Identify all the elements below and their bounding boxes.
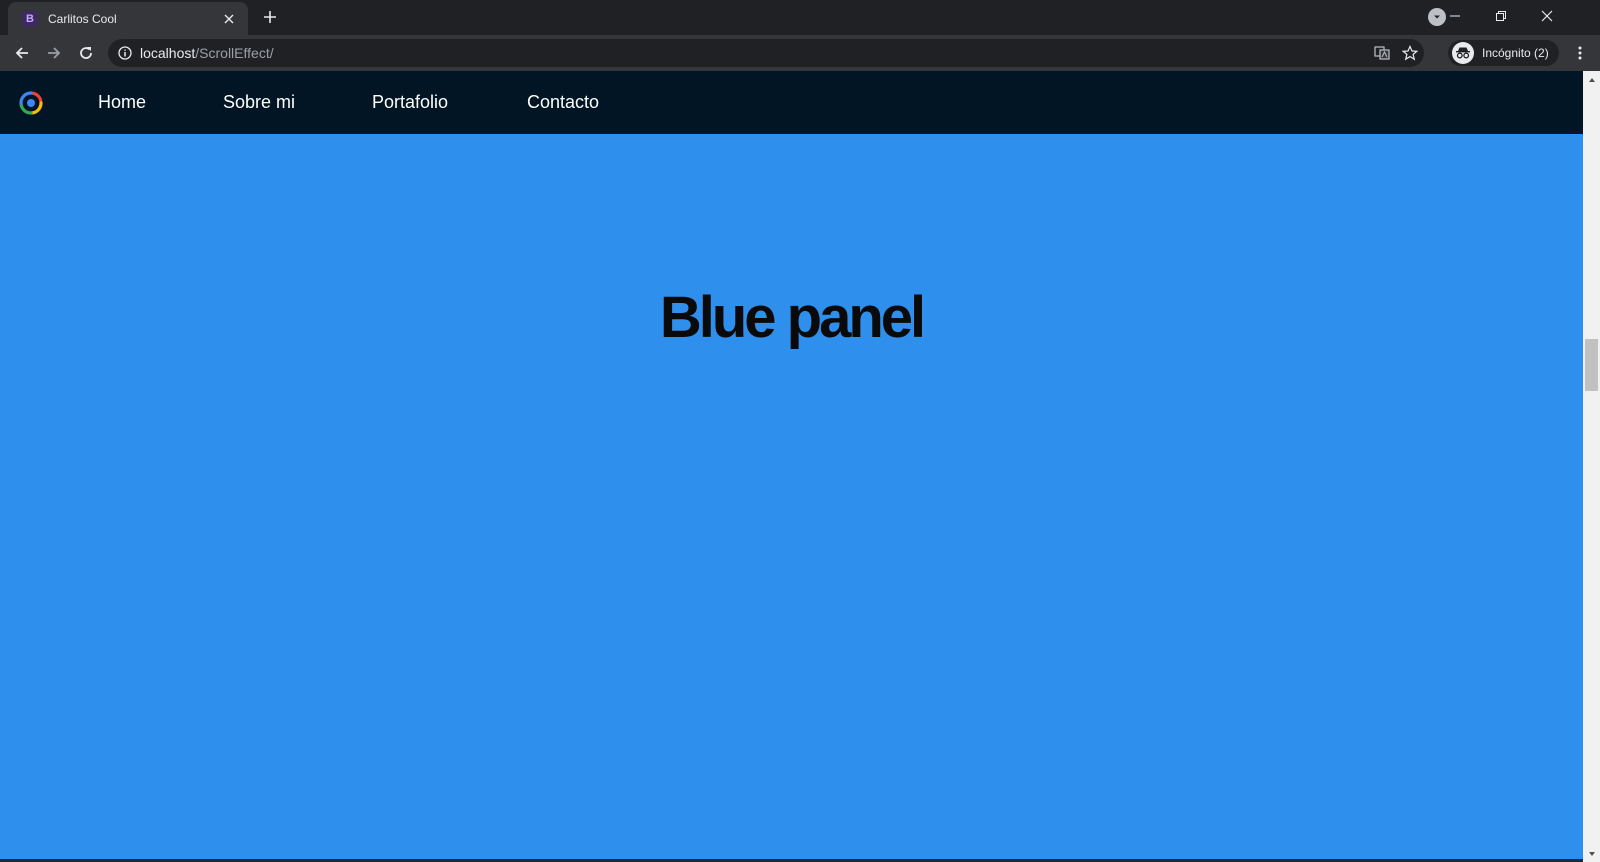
profile-label: Incógnito (2): [1482, 46, 1549, 60]
nav-link-home[interactable]: Home: [98, 71, 146, 134]
scroll-thumb[interactable]: [1585, 339, 1598, 391]
page-viewport: Home Sobre mi Portafolio Contacto Blue p…: [0, 71, 1583, 862]
scroll-down-arrow-icon[interactable]: [1583, 845, 1600, 862]
site-logo-icon[interactable]: [18, 90, 44, 116]
back-button[interactable]: [8, 39, 36, 67]
restore-button[interactable]: [1478, 0, 1524, 32]
site-info-icon[interactable]: [118, 46, 132, 60]
tab-title: Carlitos Cool: [48, 11, 117, 26]
reload-button[interactable]: [72, 39, 100, 67]
site-navbar: Home Sobre mi Portafolio Contacto: [0, 71, 1583, 134]
scroll-up-arrow-icon[interactable]: [1583, 71, 1600, 88]
translate-icon[interactable]: [1374, 45, 1390, 61]
address-bar[interactable]: localhost/ScrollEffect/: [108, 39, 1424, 67]
panel-title: Blue panel: [659, 285, 926, 350]
nav-link-sobre-mi[interactable]: Sobre mi: [223, 71, 295, 134]
browser-menu-icon[interactable]: [1566, 39, 1594, 67]
tab-favicon-icon: B: [22, 10, 38, 27]
incognito-profile-button[interactable]: Incógnito (2): [1448, 40, 1559, 66]
bookmark-star-icon[interactable]: [1402, 45, 1418, 61]
close-window-button[interactable]: [1524, 0, 1570, 32]
tab-strip: B Carlitos Cool: [0, 0, 1600, 35]
nav-link-portafolio[interactable]: Portafolio: [372, 71, 448, 134]
browser-toolbar: localhost/ScrollEffect/ Incógnito (2): [0, 35, 1600, 71]
tab-close-icon[interactable]: [220, 10, 238, 28]
nav-link-contacto[interactable]: Contacto: [527, 71, 599, 134]
minimize-button[interactable]: [1432, 0, 1478, 32]
forward-button[interactable]: [40, 39, 68, 67]
new-tab-button[interactable]: [258, 5, 282, 29]
omnibox-actions: [1374, 39, 1418, 67]
url-path: /ScrollEffect/: [195, 45, 274, 61]
url-host: localhost: [140, 45, 196, 61]
browser-tab[interactable]: B Carlitos Cool: [8, 2, 248, 35]
page-scrollbar[interactable]: [1583, 71, 1600, 862]
incognito-icon: [1452, 42, 1474, 64]
